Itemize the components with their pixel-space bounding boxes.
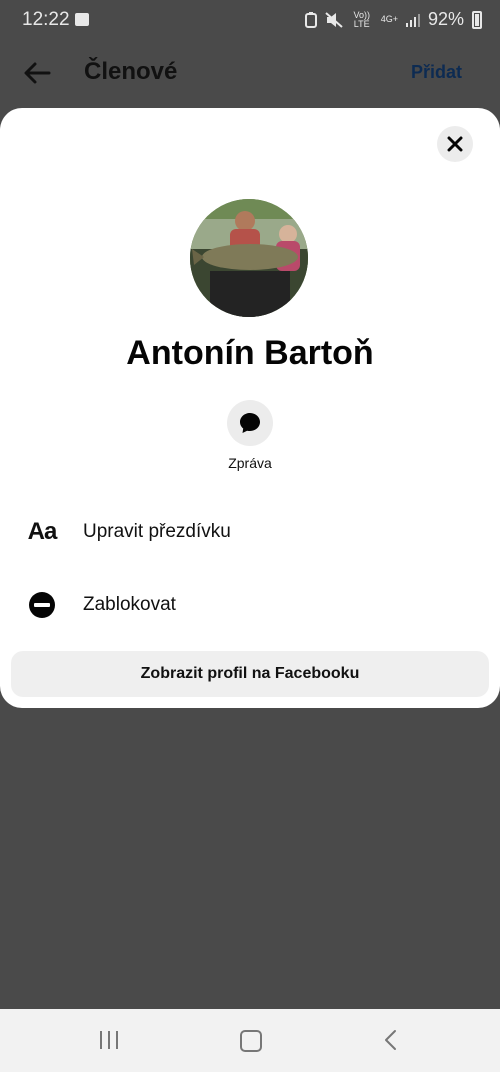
message-button[interactable]: [227, 400, 273, 446]
chat-bubble-icon: [240, 413, 260, 433]
network-type: 4G+: [380, 14, 398, 24]
recent-apps-button[interactable]: [100, 1031, 118, 1049]
edit-nickname-label: Upravit přezdívku: [83, 521, 231, 542]
avatar: [190, 199, 308, 317]
battery-saver-icon: [304, 11, 317, 28]
app-header: Členové Přidat: [0, 42, 500, 106]
signal-icon: [405, 13, 420, 27]
profile-name: Antonín Bartoň: [126, 334, 374, 372]
status-icons: Vo)) LTE 4G+ 92%: [304, 9, 482, 30]
view-facebook-profile-button[interactable]: Zobrazit profil na Facebooku: [11, 651, 489, 697]
avatar-photo: [190, 199, 308, 317]
status-bar: 12:22 Vo)) LTE 4G+ 92%: [0, 0, 500, 42]
page-title: Členové: [84, 58, 178, 85]
block-row[interactable]: Zablokovat: [0, 575, 500, 635]
close-button[interactable]: [437, 126, 473, 162]
nav-back-icon[interactable]: [383, 1029, 397, 1051]
mute-icon: [325, 11, 343, 28]
add-button[interactable]: Přidat: [411, 62, 462, 83]
member-sheet: Antonín Bartoň Zpráva Aa Upravit přezdív…: [0, 108, 500, 708]
text-aa-icon: Aa: [27, 518, 58, 545]
message-label: Zpráva: [228, 455, 272, 471]
battery-icon: [472, 10, 482, 29]
block-icon: [26, 591, 58, 619]
battery-percent: 92%: [427, 9, 464, 29]
block-label: Zablokovat: [83, 594, 176, 615]
home-button[interactable]: [240, 1030, 262, 1052]
back-arrow-icon[interactable]: [22, 58, 52, 88]
status-time: 12:22: [22, 9, 70, 30]
gallery-notification-icon: [75, 13, 89, 26]
edit-nickname-row[interactable]: Aa Upravit přezdívku: [0, 502, 500, 562]
close-icon: [447, 136, 463, 152]
volte-indicator: Vo)) LTE: [353, 9, 370, 29]
navigation-bar: [0, 1009, 500, 1072]
